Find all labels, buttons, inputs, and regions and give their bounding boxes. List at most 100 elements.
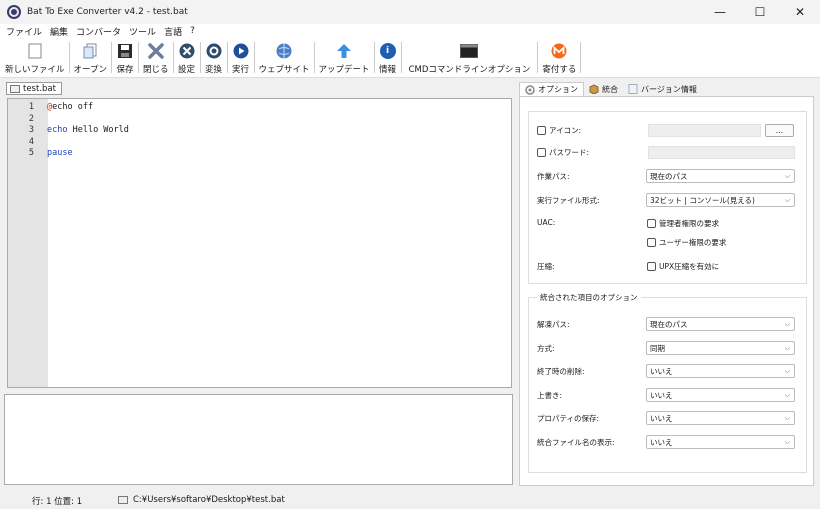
upx-checkbox[interactable]: UPX圧縮を有効に: [647, 261, 719, 272]
delete-on-exit-select[interactable]: いいえ ⌵: [646, 364, 795, 378]
code-text: Hello World: [67, 125, 129, 135]
show-filename-value: いいえ: [650, 437, 673, 447]
uac-admin-checkbox[interactable]: 管理者権限の要求: [647, 218, 719, 229]
code-editor[interactable]: 1 @echo off 2 3 echo Hello World 4 5 pau…: [7, 98, 512, 388]
exe-format-value: 32ビット | コンソール(見える): [650, 195, 755, 205]
file-tab[interactable]: test.bat: [6, 82, 62, 95]
integrated-options-group: 統合された項目のオプション 解凍パス: 現在のパス ⌵ 方式: 同期 ⌵ 終了時…: [528, 292, 807, 473]
extract-path-select[interactable]: 現在のパス ⌵: [646, 317, 795, 331]
overwrite-select[interactable]: いいえ ⌵: [646, 388, 795, 402]
integrated-options-title: 統合された項目のオプション: [537, 292, 641, 303]
workdir-value: 現在のパス: [650, 171, 688, 181]
browse-icon-button[interactable]: ...: [765, 124, 794, 137]
chevron-down-icon: ⌵: [784, 438, 790, 446]
code-line: 1 @echo off: [8, 102, 511, 114]
file-path-text: C:¥Users¥softaro¥Desktop¥test.bat: [133, 495, 285, 505]
code-keyword: pause: [47, 148, 73, 158]
title-bar: Bat To Exe Converter v4.2 - test.bat — ☐…: [0, 0, 820, 24]
settings-icon: [178, 42, 196, 60]
icon-label: アイコン:: [549, 126, 582, 135]
cmd-options-button[interactable]: CMDコマンドラインオプション: [403, 38, 537, 77]
options-tabs: オプション 統合 バージョン情報: [519, 82, 702, 96]
convert-label: 変換: [205, 65, 223, 75]
convert-button[interactable]: 変換: [202, 38, 226, 77]
method-select[interactable]: 同期 ⌵: [646, 341, 795, 355]
icon-checkbox[interactable]: アイコン:: [537, 125, 581, 136]
save-properties-select[interactable]: いいえ ⌵: [646, 411, 795, 425]
tab-integrate[interactable]: 統合: [584, 82, 623, 96]
chevron-down-icon: ⌵: [784, 391, 790, 399]
app-icon: [7, 5, 21, 19]
cmd-icon: [460, 42, 479, 60]
line-number: 5: [28, 148, 34, 158]
uac-user-box[interactable]: [647, 238, 656, 247]
icon-path-input[interactable]: [648, 124, 761, 137]
code-keyword: echo: [47, 125, 68, 135]
method-label: 方式:: [537, 344, 555, 353]
menu-edit[interactable]: 編集: [48, 25, 74, 38]
open-button[interactable]: オープン: [71, 38, 111, 77]
info-button[interactable]: i 情報: [376, 38, 400, 77]
extract-path-value: 現在のパス: [650, 319, 688, 329]
uac-user-checkbox[interactable]: ユーザー権限の要求: [647, 237, 726, 248]
menu-bar: ファイル 編集 コンバータ ツール 言語 ?: [0, 24, 820, 38]
run-icon: [232, 42, 250, 60]
info-label: 情報: [379, 65, 397, 75]
workdir-select[interactable]: 現在のパス ⌵: [646, 169, 795, 183]
gear-icon: [525, 84, 535, 95]
menu-file[interactable]: ファイル: [4, 25, 48, 38]
file-path: C:¥Users¥softaro¥Desktop¥test.bat: [118, 495, 285, 505]
close-window-button[interactable]: ✕: [780, 0, 820, 24]
uac-admin-box[interactable]: [647, 219, 656, 228]
line-number: 1: [28, 102, 34, 112]
chevron-down-icon: ⌵: [784, 344, 790, 352]
chevron-down-icon: ⌵: [784, 414, 790, 422]
line-number: 2: [28, 113, 34, 124]
donate-button[interactable]: 寄付する: [539, 38, 579, 77]
menu-tools[interactable]: ツール: [127, 25, 162, 38]
password-input[interactable]: [648, 146, 795, 159]
save-properties-value: いいえ: [650, 413, 673, 423]
chevron-down-icon: ⌵: [784, 320, 790, 328]
close-file-button[interactable]: 閉じる: [140, 38, 172, 77]
close-file-icon: [147, 42, 165, 60]
show-filename-select[interactable]: いいえ ⌵: [646, 435, 795, 449]
settings-button[interactable]: 設定: [175, 38, 199, 77]
minimize-button[interactable]: —: [700, 0, 740, 24]
info-icon: i: [379, 42, 397, 60]
password-checkbox-box[interactable]: [537, 148, 546, 157]
code-text: echo off: [52, 102, 94, 112]
status-bar: 行: 1 位置: 1 C:¥Users¥softaro¥Desktop¥test…: [0, 490, 820, 509]
update-button[interactable]: アップデート: [316, 38, 373, 77]
upx-box[interactable]: [647, 262, 656, 271]
toolbar: 新しいファイル オープン 保存 閉じる 設定 変換 実行 ウェブサイト アップデ…: [0, 38, 820, 78]
donate-label: 寄付する: [542, 65, 577, 75]
overwrite-value: いいえ: [650, 390, 673, 400]
website-button[interactable]: ウェブサイト: [256, 38, 313, 77]
output-pane[interactable]: [4, 394, 513, 485]
cursor-position: 行: 1 位置: 1: [32, 497, 83, 507]
icon-checkbox-box[interactable]: [537, 126, 546, 135]
menu-help[interactable]: ?: [188, 26, 201, 36]
maximize-button[interactable]: ☐: [740, 0, 780, 24]
show-filename-label: 統合ファイル名の表示:: [537, 438, 615, 447]
code-line: 2: [8, 114, 511, 126]
menu-language[interactable]: 言語: [162, 25, 188, 38]
options-group: アイコン: ... パスワード: 作業パス: 現在のパス ⌵ 実行ファイル形式:…: [528, 111, 807, 284]
exe-format-select[interactable]: 32ビット | コンソール(見える) ⌵: [646, 193, 795, 207]
save-button[interactable]: 保存: [113, 38, 137, 77]
save-icon: [116, 42, 134, 60]
website-label: ウェブサイト: [258, 65, 310, 75]
new-file-button[interactable]: 新しいファイル: [2, 38, 68, 77]
tab-integrate-label: 統合: [602, 84, 618, 94]
password-checkbox[interactable]: パスワード:: [537, 147, 589, 158]
delete-on-exit-label: 終了時の削除:: [537, 367, 585, 376]
line-number: 3: [28, 125, 34, 135]
run-button[interactable]: 実行: [229, 38, 253, 77]
tab-version-info[interactable]: バージョン情報: [623, 82, 702, 96]
tab-options[interactable]: オプション: [519, 82, 584, 96]
donate-icon: [550, 42, 568, 60]
website-icon: [275, 42, 293, 60]
open-icon: [81, 42, 99, 60]
menu-converter[interactable]: コンバータ: [74, 25, 127, 38]
